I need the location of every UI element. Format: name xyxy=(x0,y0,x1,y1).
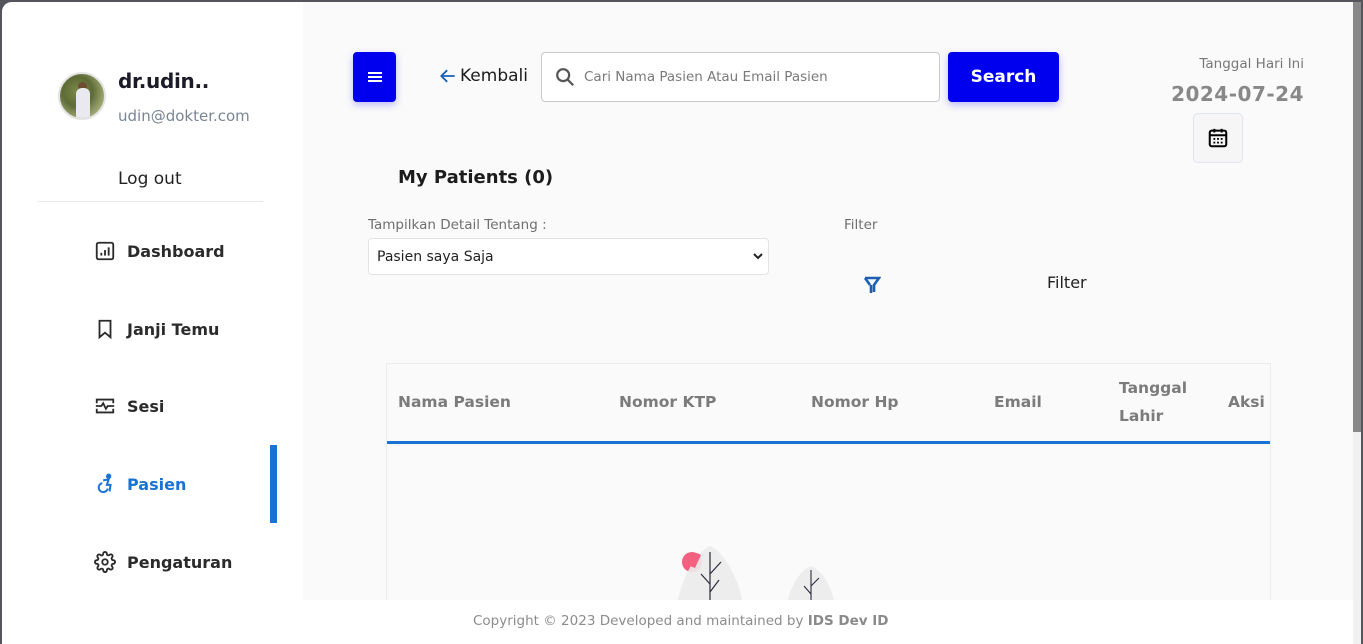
empty-state-illustration xyxy=(677,546,835,604)
filter-icon[interactable] xyxy=(863,275,881,295)
avatar-body xyxy=(76,88,90,118)
footer-brand[interactable]: IDS Dev ID xyxy=(808,613,889,629)
app-window: dr.udin.. udin@dokter.com Log out Dashbo… xyxy=(2,2,1361,644)
column-header[interactable]: Tanggal Lahir xyxy=(1119,374,1199,430)
user-name: dr.udin.. xyxy=(118,69,210,93)
avatar[interactable] xyxy=(58,72,106,120)
table-header: Nama Pasien Nomor KTP Nomor Hp Email Tan… xyxy=(387,364,1270,444)
filter-label: Filter xyxy=(844,217,878,233)
column-header[interactable]: Email xyxy=(994,388,1042,416)
accessible-person-icon xyxy=(97,473,112,494)
active-indicator xyxy=(270,445,277,523)
sidebar-item-pasien[interactable]: Pasien xyxy=(94,473,186,495)
logout-link[interactable]: Log out xyxy=(118,169,182,189)
calendar-button[interactable] xyxy=(1193,113,1243,163)
column-header[interactable]: Nomor KTP xyxy=(619,388,716,416)
sidebar-item-pengaturan[interactable]: Pengaturan xyxy=(94,551,232,573)
search-icon xyxy=(556,68,575,87)
sidebar-item-dashboard[interactable]: Dashboard xyxy=(94,240,225,262)
filter-button[interactable]: Filter xyxy=(1047,273,1087,292)
column-header[interactable]: Aksi xyxy=(1228,388,1265,416)
page-title: My Patients (0) xyxy=(398,167,554,188)
calendar-icon xyxy=(1208,128,1228,148)
detail-select[interactable]: Pasien saya Saja xyxy=(368,238,769,275)
search-input[interactable] xyxy=(584,69,924,85)
sidebar-item-label: Pasien xyxy=(127,474,187,494)
sidebar: dr.udin.. udin@dokter.com Log out Dashbo… xyxy=(2,2,303,644)
copyright-text: Copyright © 2023 Developed and maintaine… xyxy=(473,613,808,629)
date-label: Tanggal Hari Ini xyxy=(1199,56,1304,72)
back-label: Kembali xyxy=(460,66,528,86)
footer: Copyright © 2023 Developed and maintaine… xyxy=(303,600,1361,644)
scrollbar-track[interactable] xyxy=(1353,2,1361,644)
sidebar-divider xyxy=(38,201,263,202)
sidebar-item-janji-temu[interactable]: Janji Temu xyxy=(94,318,219,340)
arrow-left-icon xyxy=(440,69,455,83)
scrollbar-thumb[interactable] xyxy=(1353,2,1361,432)
user-email: udin@dokter.com xyxy=(118,107,250,125)
gear-icon xyxy=(94,551,116,573)
column-header[interactable]: Nama Pasien xyxy=(398,388,511,416)
bookmark-icon xyxy=(98,319,112,340)
sidebar-item-label: Pengaturan xyxy=(127,552,233,572)
date-value: 2024-07-24 xyxy=(1171,82,1304,106)
menu-toggle-button[interactable] xyxy=(353,52,396,102)
activity-monitor-icon xyxy=(95,398,115,414)
sidebar-item-label: Sesi xyxy=(127,396,165,416)
sidebar-item-label: Janji Temu xyxy=(127,319,220,339)
detail-label: Tampilkan Detail Tentang : xyxy=(368,217,547,233)
search-button[interactable]: Search xyxy=(948,52,1059,102)
column-header[interactable]: Nomor Hp xyxy=(811,388,899,416)
sidebar-item-sesi[interactable]: Sesi xyxy=(94,395,164,417)
search-box xyxy=(541,52,940,102)
footer-text: Copyright © 2023 Developed and maintaine… xyxy=(473,613,889,629)
hamburger-menu-icon xyxy=(367,70,382,84)
dashboard-chart-icon xyxy=(95,241,115,261)
back-link[interactable]: Kembali xyxy=(438,66,528,86)
sidebar-item-label: Dashboard xyxy=(127,241,225,261)
